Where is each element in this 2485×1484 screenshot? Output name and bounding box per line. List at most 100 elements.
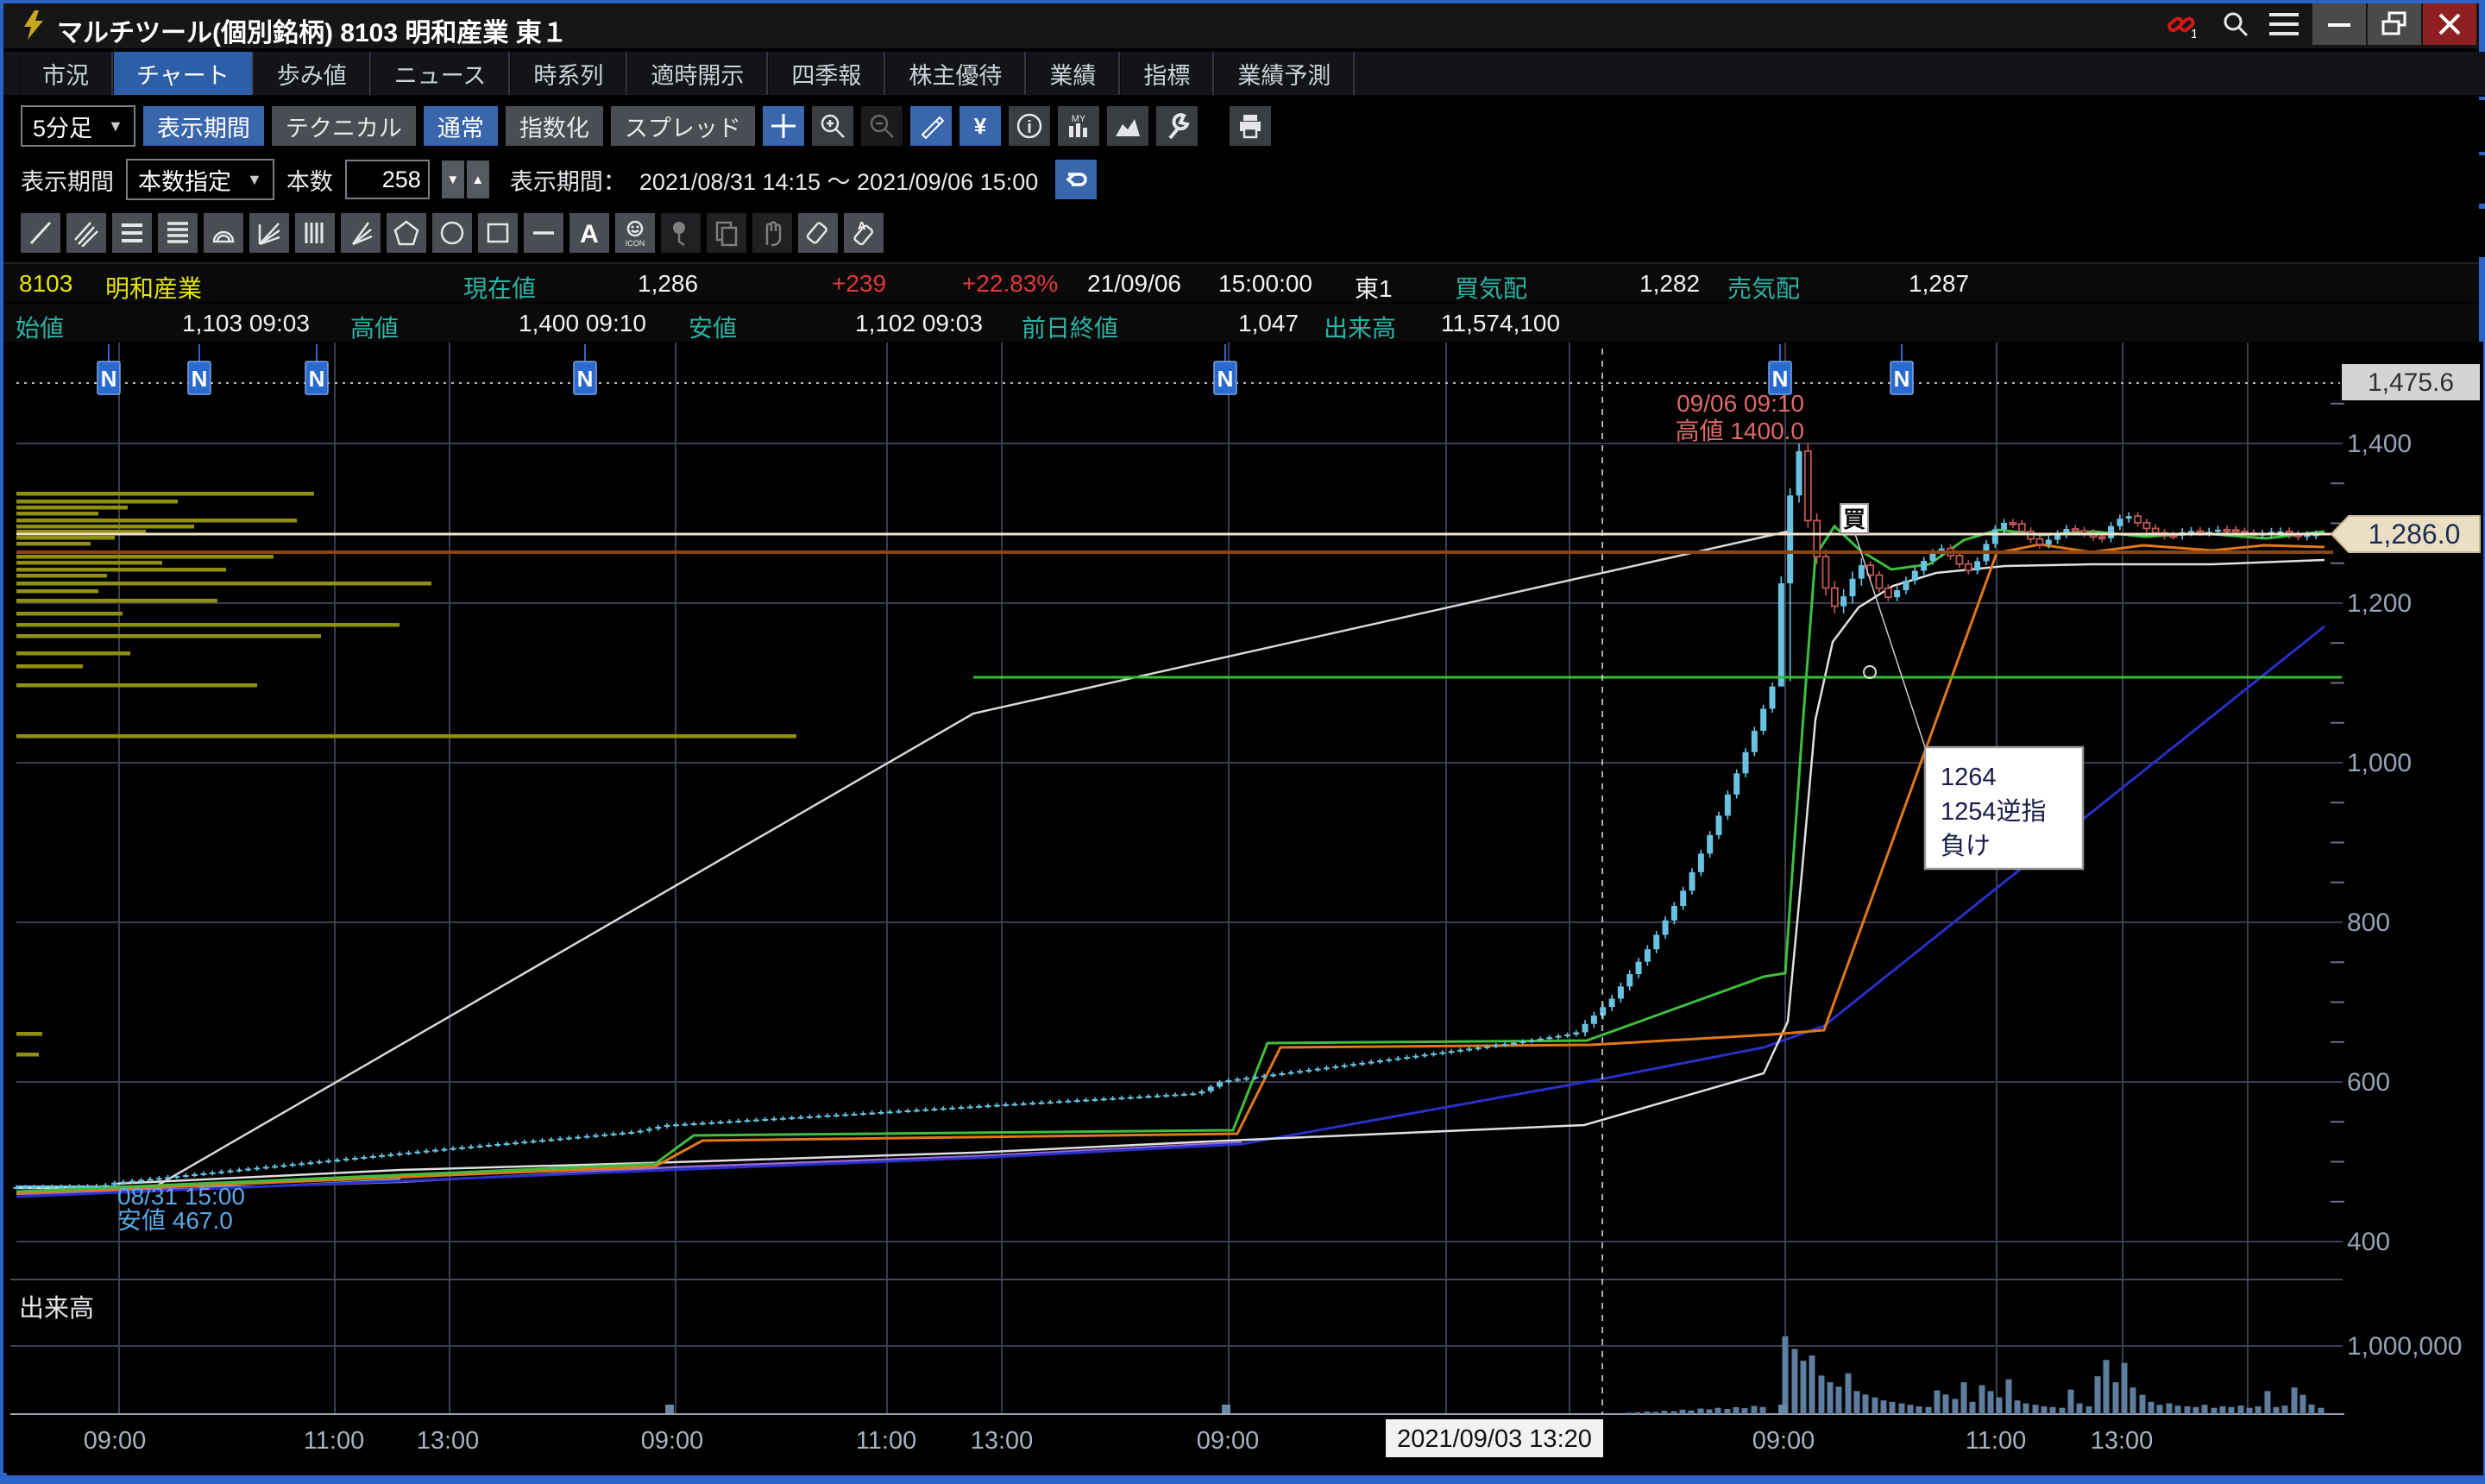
restore-button[interactable]: [2368, 3, 2421, 45]
parallel-lines-icon[interactable]: [66, 213, 106, 253]
price-change: +239: [832, 270, 886, 298]
eraser-all-icon[interactable]: A: [844, 213, 884, 253]
count-down-button[interactable]: ▼: [442, 160, 464, 198]
svg-text:i: i: [1027, 118, 1032, 137]
count-up-button[interactable]: ▲: [467, 160, 489, 198]
tab-四季報[interactable]: 四季報: [768, 52, 885, 95]
zoom-in-icon[interactable]: [812, 106, 853, 146]
eraser-icon[interactable]: [798, 213, 838, 253]
toolbar-button-テクニカル[interactable]: テクニカル: [272, 106, 416, 146]
svg-text:1,286.0: 1,286.0: [2369, 519, 2461, 550]
toolbar-button-通常[interactable]: 通常: [424, 106, 498, 146]
svg-text:A: A: [580, 220, 599, 247]
x-axis-label: 09:00: [641, 1427, 704, 1455]
x-axis-label: 11:00: [1966, 1427, 2026, 1455]
fib-arc-icon[interactable]: [204, 213, 243, 253]
close-button[interactable]: [2423, 3, 2476, 45]
window-title: マルチツール(個別銘柄) 8103 明和産業 東１: [57, 11, 568, 49]
prev-close: 1,047: [1238, 310, 1299, 337]
svg-text:安値 467.0: 安値 467.0: [117, 1207, 233, 1234]
fib-fan-icon[interactable]: [249, 213, 289, 253]
trendline-icon[interactable]: [21, 213, 60, 253]
bid-price: 1,282: [1639, 270, 1700, 298]
news-marker[interactable]: N: [305, 344, 328, 394]
news-marker[interactable]: N: [574, 344, 596, 394]
zoom-out-icon[interactable]: [861, 106, 903, 146]
my-chart-icon[interactable]: MY: [1058, 106, 1099, 146]
hand-icon[interactable]: [752, 213, 792, 253]
tab-指標[interactable]: 指標: [1120, 52, 1214, 95]
link-icon[interactable]: 1: [2159, 3, 2204, 45]
svg-text:MY: MY: [1072, 114, 1086, 124]
open-price: 1,103 09:03: [182, 310, 310, 337]
yen-icon[interactable]: ¥: [959, 106, 1001, 146]
low-annotation: 08/31 15:00: [117, 1183, 245, 1210]
pencil-icon[interactable]: [910, 106, 952, 146]
pin-icon[interactable]: [661, 213, 701, 253]
count-mode-select[interactable]: 本数指定▼: [126, 159, 274, 200]
toolbar-button-表示期間[interactable]: 表示期間: [143, 106, 264, 146]
svg-text:負け: 負け: [1941, 832, 1991, 860]
chart-canvas[interactable]: 1,4001,2001,0008006004001,475.6出来高1,000,…: [7, 342, 2483, 1475]
mountain-chart-icon[interactable]: [1107, 106, 1148, 146]
toolbar-button-指数化[interactable]: 指数化: [506, 106, 603, 146]
lightning-icon: [22, 10, 45, 40]
emoji-stamp-icon[interactable]: ICON: [615, 213, 655, 253]
tab-適時開示[interactable]: 適時開示: [627, 52, 768, 95]
news-marker[interactable]: N: [1890, 344, 1913, 394]
y-axis-label: 1,000: [2347, 749, 2412, 777]
tab-業績予測[interactable]: 業績予測: [1214, 52, 1355, 95]
news-marker[interactable]: N: [1214, 344, 1236, 394]
reset-period-icon[interactable]: [1055, 160, 1097, 199]
tab-歩み値[interactable]: 歩み値: [254, 52, 371, 95]
svg-text:N: N: [577, 366, 594, 392]
bid-label: 買気配: [1455, 270, 1527, 305]
menu-icon[interactable]: [2257, 3, 2311, 45]
printer-icon[interactable]: [1230, 106, 1271, 146]
tab-株主優待[interactable]: 株主優待: [885, 52, 1026, 95]
tab-時系列[interactable]: 時系列: [510, 52, 627, 95]
svg-text:N: N: [192, 366, 208, 392]
quote-row-2: 始値 1,103 09:03 高値 1,400 09:10 安値 1,102 0…: [3, 304, 2479, 342]
horizontal-lines-icon[interactable]: [158, 213, 198, 253]
toolbar-button-スプレッド[interactable]: スプレッド: [611, 106, 755, 146]
info-icon[interactable]: i: [1009, 106, 1050, 146]
note-tooltip[interactable]: 1264 1254逆指負け: [1925, 747, 2083, 869]
tab-ニュース[interactable]: ニュース: [371, 52, 511, 95]
x-axis-label: 13:00: [971, 1427, 1034, 1455]
interval-select[interactable]: 5分足▼: [21, 105, 135, 147]
crosshair-icon[interactable]: [763, 106, 804, 146]
market-name: 東1: [1355, 270, 1393, 305]
svg-text:1264: 1264: [1941, 764, 1997, 791]
search-icon[interactable]: [2209, 3, 2262, 45]
x-axis-label: 13:00: [2091, 1427, 2154, 1455]
svg-text:1254逆指: 1254逆指: [1941, 797, 2047, 826]
tab-市況[interactable]: 市況: [19, 52, 113, 95]
rectangle-icon[interactable]: [478, 213, 518, 253]
fib-retracement-icon[interactable]: [112, 213, 152, 253]
buy-marker[interactable]: 買: [1840, 504, 1868, 533]
bar-count-input[interactable]: [345, 160, 430, 199]
volume-axis-label: 1,000,000: [2347, 1332, 2462, 1361]
svg-text:N: N: [1217, 366, 1234, 392]
news-marker[interactable]: N: [188, 344, 211, 394]
text-icon[interactable]: A: [569, 213, 609, 253]
price-chart: 1,4001,2001,0008006004001,475.6出来高1,000,…: [7, 342, 2483, 1475]
ellipse-icon[interactable]: [432, 213, 472, 253]
speed-lines-icon[interactable]: [341, 213, 381, 253]
price-change-pct: +22.83%: [962, 270, 1058, 298]
svg-text:A: A: [858, 219, 866, 232]
minimize-button[interactable]: [2312, 3, 2366, 45]
period-mode-label: 表示期間: [21, 163, 114, 197]
tab-チャート[interactable]: チャート: [113, 52, 254, 95]
news-marker[interactable]: N: [1769, 344, 1791, 394]
svg-text:ICON: ICON: [626, 239, 645, 247]
vertical-lines-icon[interactable]: [295, 213, 335, 253]
news-marker[interactable]: N: [98, 344, 120, 394]
copy-icon[interactable]: [707, 213, 746, 253]
wrench-icon[interactable]: [1156, 106, 1198, 146]
pentagon-icon[interactable]: [387, 213, 426, 253]
tab-業績[interactable]: 業績: [1026, 52, 1120, 95]
horizontal-line-icon[interactable]: [524, 213, 563, 253]
y-axis-label: 1,400: [2347, 430, 2412, 458]
